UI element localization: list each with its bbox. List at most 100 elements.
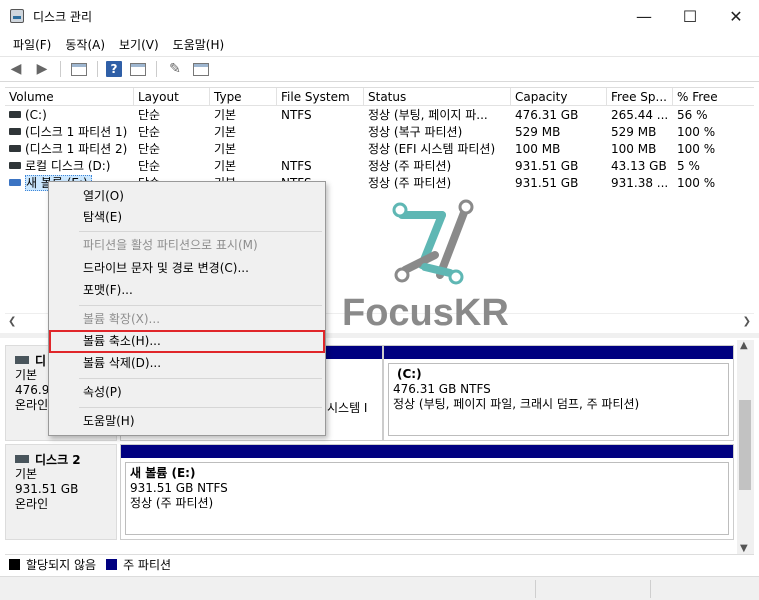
volume-free: 265.44 ... (611, 108, 669, 122)
menu-separator (79, 378, 322, 379)
volume-capacity: 476.31 GB (515, 108, 579, 122)
maximize-button[interactable]: ☐ (667, 0, 713, 32)
menu-separator (79, 231, 322, 232)
disk-1-name: 디 (35, 353, 47, 368)
table-row[interactable]: (디스크 1 파티션 2) 단순 기본 정상 (EFI 시스템 파티션) 100… (5, 141, 754, 158)
disk-2-type: 기본 (15, 467, 38, 481)
disk-2-label[interactable]: 디스크 2 기본 931.51 GB 온라인 (5, 444, 117, 540)
menu-item-change-drive-letter[interactable]: 드라이브 문자 및 경로 변경(C)... (83, 258, 249, 278)
volume-capacity: 931.51 GB (515, 159, 579, 173)
menu-file[interactable]: 파일(F) (6, 36, 58, 53)
volume-type: 기본 (214, 108, 237, 122)
volume-layout: 단순 (138, 108, 161, 122)
toolbar: ◀ ▶ ? ✎ (0, 56, 759, 82)
c-drive-status: 정상 (부팅, 페이지 파일, 크래시 덤프, 주 파티션) (393, 397, 640, 411)
menu-item-help[interactable]: 도움말(H) (83, 411, 135, 431)
scroll-up-icon[interactable]: ▲ (740, 340, 748, 351)
scroll-left-icon[interactable]: ❮ (8, 316, 16, 327)
table-row[interactable]: (디스크 1 파티션 1) 단순 기본 정상 (복구 파티션) 529 MB 5… (5, 124, 754, 141)
menu-separator (79, 407, 322, 408)
help-icon[interactable]: ? (106, 61, 122, 77)
shrink-volume-highlight (49, 330, 325, 353)
column-layout[interactable]: Layout (134, 88, 210, 106)
volume-layout: 단순 (138, 125, 161, 139)
menu-action[interactable]: 동작(A) (58, 36, 112, 53)
connect-icon[interactable]: ✎ (165, 60, 185, 78)
menu-item-format[interactable]: 포맷(F)... (83, 280, 133, 300)
menu-item-open[interactable]: 열기(O) (83, 186, 124, 206)
volume-name: 로컬 디스크 (D:) (25, 159, 111, 173)
c-drive-name: (C:) (397, 367, 422, 381)
column-free-space[interactable]: Free Sp... (607, 88, 673, 106)
legend-unallocated: 할당되지 않음 (26, 558, 97, 572)
properties-icon[interactable] (128, 60, 148, 78)
volume-fs: NTFS (281, 159, 312, 173)
column-volume[interactable]: Volume (5, 88, 134, 106)
volume-icon (9, 111, 21, 118)
volume-icon (9, 145, 21, 152)
volume-type: 기본 (214, 142, 237, 156)
scroll-down-icon[interactable]: ▼ (740, 543, 748, 554)
primary-partition-swatch (106, 559, 118, 570)
volume-layout: 단순 (138, 142, 161, 156)
disk-icon (15, 455, 29, 463)
status-bar (0, 576, 759, 600)
title-bar: 디스크 관리 — ☐ ✕ (0, 0, 759, 32)
volume-percent-free: 100 % (677, 142, 716, 156)
table-row[interactable]: (C:) 단순 기본 NTFS 정상 (부팅, 페이지 파... 476.31 … (5, 107, 754, 124)
disk-management-icon (10, 9, 24, 23)
menu-view[interactable]: 보기(V) (112, 36, 166, 53)
volume-percent-free: 100 % (677, 125, 716, 139)
column-type[interactable]: Type (210, 88, 277, 106)
volume-layout: 단순 (138, 159, 161, 173)
menu-item-delete-volume[interactable]: 볼륨 삭제(D)... (83, 353, 161, 373)
e-drive-partition[interactable]: 새 볼륨 (E:) 931.51 GB NTFS 정상 (주 파티션) (120, 444, 734, 540)
e-drive-size: 931.51 GB NTFS (130, 481, 228, 495)
close-button[interactable]: ✕ (713, 0, 759, 32)
column-status[interactable]: Status (364, 88, 511, 106)
context-menu: 열기(O) 탐색(E) 파티션을 활성 파티션으로 표시(M) 드라이브 문자 … (48, 181, 326, 436)
menu-item-properties[interactable]: 속성(P) (83, 382, 122, 402)
status-divider (535, 580, 536, 598)
volume-capacity: 529 MB (515, 125, 561, 139)
status-divider (650, 580, 651, 598)
volume-free: 529 MB (611, 125, 657, 139)
volume-name: (디스크 1 파티션 1) (25, 125, 128, 139)
volume-percent-free: 56 % (677, 108, 708, 122)
volume-capacity: 100 MB (515, 142, 561, 156)
scroll-right-icon[interactable]: ❯ (743, 316, 751, 327)
menu-item-explore[interactable]: 탐색(E) (83, 207, 122, 227)
volume-status: 정상 (주 파티션) (368, 159, 452, 173)
system-partition-text: 시스템 I (327, 401, 368, 415)
disk-2-name: 디스크 2 (35, 452, 81, 467)
menu-bar: 파일(F) 동작(A) 보기(V) 도움말(H) (0, 32, 759, 56)
table-row[interactable]: 로컬 디스크 (D:) 단순 기본 NTFS 정상 (주 파티션) 931.51… (5, 158, 754, 175)
volume-free: 100 MB (611, 142, 657, 156)
column-percent-free[interactable]: % Free (673, 88, 754, 106)
column-capacity[interactable]: Capacity (511, 88, 607, 106)
legend: 할당되지 않음 주 파티션 (5, 554, 754, 574)
disk-icon (15, 356, 29, 364)
forward-arrow-icon[interactable]: ▶ (32, 60, 52, 78)
c-drive-partition[interactable]: (C:) 476.31 GB NTFS 정상 (부팅, 페이지 파일, 크래시 … (383, 345, 734, 441)
back-arrow-icon[interactable]: ◀ (6, 60, 26, 78)
window-icon[interactable] (191, 60, 211, 78)
volume-fs (277, 141, 364, 158)
volume-icon (9, 179, 21, 186)
minimize-button[interactable]: — (621, 0, 667, 32)
column-file-system[interactable]: File System (277, 88, 364, 106)
volume-name: (C:) (25, 108, 47, 122)
volume-icon (9, 162, 21, 169)
scroll-thumb[interactable] (739, 400, 751, 490)
menu-help[interactable]: 도움말(H) (166, 36, 232, 53)
volume-percent-free: 5 % (677, 159, 700, 173)
vertical-scrollbar[interactable]: ▲ ▼ (737, 340, 754, 554)
console-tree-icon[interactable] (69, 60, 89, 78)
volume-free: 43.13 GB (611, 159, 667, 173)
e-drive-status: 정상 (주 파티션) (130, 496, 214, 510)
disk-2-state: 온라인 (15, 497, 49, 511)
partition-color-bar (121, 445, 733, 458)
volume-type: 기본 (214, 125, 237, 139)
window-title: 디스크 관리 (33, 10, 93, 24)
volume-status: 정상 (부팅, 페이지 파... (368, 108, 488, 122)
